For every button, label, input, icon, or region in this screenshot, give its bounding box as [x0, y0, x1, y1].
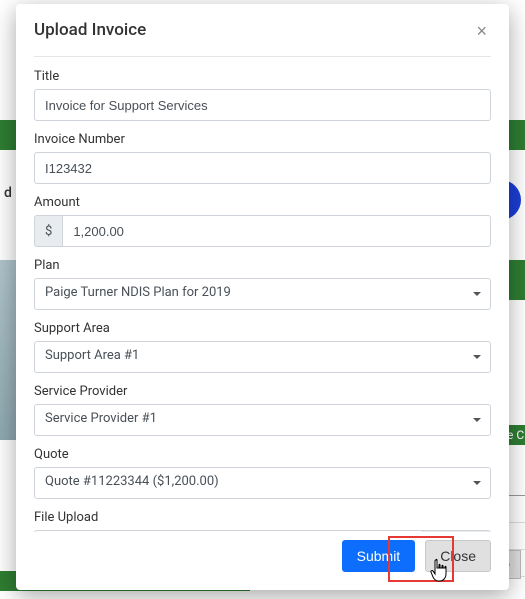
- close-button[interactable]: Close: [425, 540, 491, 572]
- modal-footer: Submit Close: [34, 532, 491, 572]
- form-group-support-area: Support Area Support Area #1: [34, 321, 491, 373]
- amount-input-group: $: [34, 215, 491, 247]
- quote-select[interactable]: Quote #11223344 ($1,200.00): [34, 467, 491, 499]
- invoice-number-input[interactable]: [34, 152, 491, 184]
- support-area-label: Support Area: [34, 321, 491, 336]
- quote-label: Quote: [34, 447, 491, 462]
- plan-select[interactable]: Paige Turner NDIS Plan for 2019: [34, 278, 491, 310]
- service-provider-label: Service Provider: [34, 384, 491, 399]
- form-group-plan: Plan Paige Turner NDIS Plan for 2019: [34, 258, 491, 310]
- amount-label: Amount: [34, 195, 491, 210]
- modal-body: Title Invoice Number Amount $ Plan Paige…: [34, 69, 491, 532]
- invoice-number-label: Invoice Number: [34, 132, 491, 147]
- service-provider-select[interactable]: Service Provider #1: [34, 404, 491, 436]
- close-icon[interactable]: ×: [472, 20, 491, 42]
- upload-invoice-modal: Upload Invoice × Title Invoice Number Am…: [16, 4, 509, 590]
- currency-prefix: $: [34, 215, 62, 247]
- form-group-service-provider: Service Provider Service Provider #1: [34, 384, 491, 436]
- form-group-file-upload: File Upload Browse: [34, 510, 491, 532]
- modal-header: Upload Invoice ×: [34, 20, 491, 57]
- form-group-invoice-number: Invoice Number: [34, 132, 491, 184]
- modal-title: Upload Invoice: [34, 20, 146, 40]
- amount-input[interactable]: [62, 215, 491, 247]
- form-group-quote: Quote Quote #11223344 ($1,200.00): [34, 447, 491, 499]
- support-area-select[interactable]: Support Area #1: [34, 341, 491, 373]
- file-upload-label: File Upload: [34, 510, 491, 525]
- submit-button[interactable]: Submit: [342, 540, 416, 572]
- form-group-title: Title: [34, 69, 491, 121]
- plan-label: Plan: [34, 258, 491, 273]
- form-group-amount: Amount $: [34, 195, 491, 247]
- title-input[interactable]: [34, 89, 491, 121]
- title-label: Title: [34, 69, 491, 84]
